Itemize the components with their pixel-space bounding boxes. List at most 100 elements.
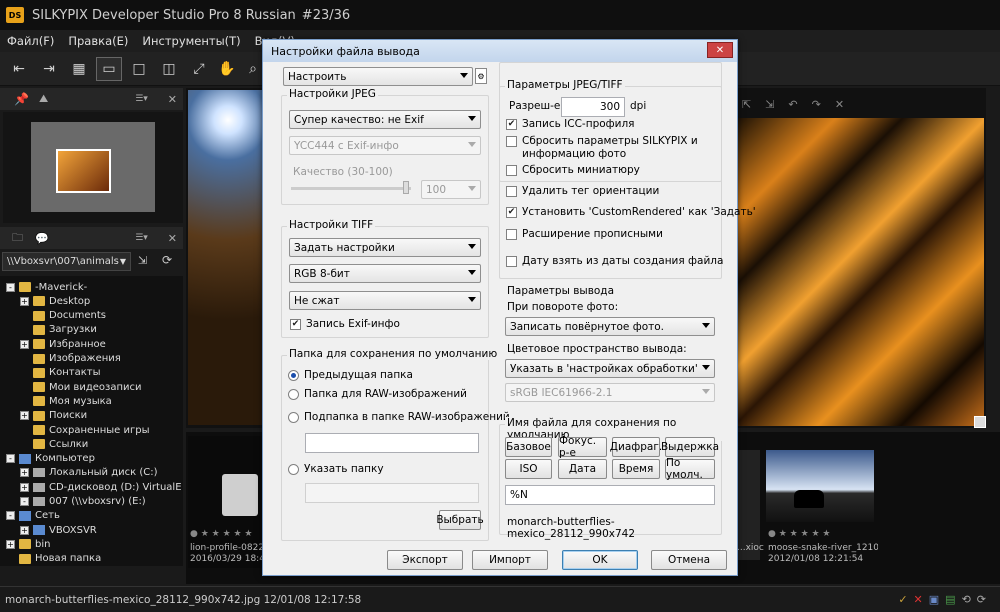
previous-image-icon[interactable]: ⇤ xyxy=(6,57,32,81)
tree-item[interactable]: + Локальный диск (C:) xyxy=(20,466,158,480)
tree-item[interactable]: Сохраненные игры xyxy=(20,423,149,437)
expand-icon[interactable]: + xyxy=(20,468,29,478)
pin-icon[interactable]: 📌 xyxy=(14,92,29,106)
folder-option-custom[interactable]: Указать папку xyxy=(288,463,384,475)
tree-item[interactable]: Новая папка xyxy=(6,552,101,566)
expand-icon[interactable]: + xyxy=(20,339,29,349)
collapse-icon[interactable]: - xyxy=(6,454,15,464)
tree-item[interactable]: + VBOXSVR xyxy=(20,523,97,537)
comment-tab-icon[interactable]: 💬 xyxy=(35,232,49,245)
expand-icon[interactable]: + xyxy=(20,296,29,306)
status-action-icons[interactable]: ✓✕▣▤⟲⟳ xyxy=(898,593,992,606)
import-button[interactable]: Импорт xyxy=(472,550,548,570)
token-time-button[interactable]: Время xyxy=(612,459,660,479)
fit-icon[interactable] xyxy=(974,416,986,428)
subfolder-name-input[interactable] xyxy=(305,433,479,453)
token-iso-button[interactable]: ISO xyxy=(505,459,552,479)
folder-option-raw[interactable]: Папка для RAW-изображений xyxy=(288,388,467,400)
folder-tab-icon[interactable]: 🗀 xyxy=(12,229,23,248)
tree-item[interactable]: Ссылки xyxy=(20,437,88,451)
navigator-tab-icon[interactable]: ⛰ xyxy=(39,92,48,106)
menu-edit[interactable]: Правка(E) xyxy=(61,34,135,48)
token-focal-button[interactable]: Фокус. р-е xyxy=(558,435,607,459)
remove-orientation-checkbox[interactable]: Удалить тег ориентации xyxy=(506,185,659,197)
export-button[interactable]: Экспорт xyxy=(387,550,463,570)
expand-icon[interactable]: + xyxy=(6,539,15,549)
grid-view-icon[interactable]: ▦ xyxy=(66,57,92,81)
jpeg-quality-mode-dropdown[interactable]: Супер качество: не Exif xyxy=(289,110,481,129)
tree-item[interactable]: Изображения xyxy=(20,352,121,366)
panel-close-icon[interactable]: ✕ xyxy=(168,93,177,106)
folder-option-raw-subfolder[interactable]: Подпапка в папке RAW-изображений xyxy=(288,411,510,423)
folder-panel-menu-icon[interactable]: ☰▾ xyxy=(135,233,148,243)
rotate-dropdown[interactable]: Записать повёрнутое фото. xyxy=(505,317,715,336)
token-date-button[interactable]: Дата xyxy=(558,459,607,479)
token-default-button[interactable]: По умолч. xyxy=(665,457,715,481)
folder-panel-close-icon[interactable]: ✕ xyxy=(168,232,177,245)
ok-button[interactable]: OK xyxy=(562,550,638,570)
folder-option-previous[interactable]: Предыдущая папка xyxy=(288,369,413,381)
tree-item[interactable]: Documents xyxy=(20,309,106,323)
expand-icon[interactable]: + xyxy=(20,411,29,421)
tree-item[interactable]: - Компьютер xyxy=(6,452,95,466)
tree-item[interactable]: - -Maverick- xyxy=(6,280,87,294)
custom-rendered-checkbox[interactable]: ✔ Установить 'CustomRendered' как 'Задать… xyxy=(506,206,756,218)
expand-icon[interactable]: + xyxy=(20,482,29,492)
refresh-icon[interactable]: ⟳ xyxy=(162,253,172,267)
collapse-icon[interactable]: - xyxy=(6,282,15,292)
folder-icon xyxy=(33,296,45,307)
preset-dropdown[interactable]: Настроить xyxy=(283,67,473,86)
file-date-checkbox[interactable]: Дату взять из даты создания файла xyxy=(506,255,723,267)
thumb-rating-stars-moose[interactable]: ● ★ ★ ★ ★ ★ xyxy=(768,529,831,539)
uppercase-ext-checkbox[interactable]: Расширение прописными xyxy=(506,228,663,240)
tree-item[interactable]: + Desktop xyxy=(20,294,90,308)
tree-item[interactable]: + CD-дисковод (D:) VirtualE xyxy=(20,480,182,494)
tree-item[interactable]: - Сеть xyxy=(6,509,60,523)
expand-icon[interactable]: + xyxy=(20,525,29,535)
tree-item[interactable]: + bin xyxy=(6,537,50,551)
tiff-bits-dropdown[interactable]: RGB 8-бит xyxy=(289,264,481,283)
tree-item[interactable]: Моя музыка xyxy=(20,394,112,408)
browse-button[interactable]: Выбрать xyxy=(436,510,484,530)
cancel-button[interactable]: Отмена xyxy=(651,550,727,570)
filmstrip-view-icon[interactable]: ▭ xyxy=(96,57,122,81)
preset-gear-icon[interactable]: ⚙ xyxy=(475,68,487,84)
token-basic-button[interactable]: Базовое xyxy=(505,437,552,457)
tree-item-label: -Maverick- xyxy=(35,281,88,293)
tree-item-label: Ссылки xyxy=(49,438,89,450)
menu-file[interactable]: Файл(F) xyxy=(0,34,61,48)
panel-menu-icon[interactable]: ☰▾ xyxy=(135,94,148,104)
tree-item[interactable]: - 007 (\\vboxsrv) (E:) xyxy=(20,495,146,509)
tree-item[interactable]: Контакты xyxy=(20,366,100,380)
dialog-close-button[interactable]: ✕ xyxy=(707,42,733,58)
tree-item-label: Компьютер xyxy=(35,453,95,465)
tiff-mode-dropdown[interactable]: Задать настройки xyxy=(289,238,481,257)
tree-item[interactable]: + Избранное xyxy=(20,337,106,351)
menu-tools[interactable]: Инструменты(T) xyxy=(135,34,247,48)
single-view-icon[interactable]: □ xyxy=(126,57,152,81)
token-aperture-button[interactable]: Диафраг. xyxy=(610,437,662,457)
tiff-exif-checkbox[interactable]: ✔ Запись Exif-инфо xyxy=(290,318,400,330)
folder-panel-header: 🗀 💬 ☰▾ ✕ xyxy=(0,227,183,249)
chevron-down-icon xyxy=(702,365,710,370)
compare-view-icon[interactable]: ◫ xyxy=(156,57,182,81)
next-image-icon[interactable]: ⇥ xyxy=(36,57,62,81)
tree-item[interactable]: + Поиски xyxy=(20,409,87,423)
path-combo[interactable]: \\Vboxsvr\007\animals ▼ xyxy=(2,252,131,271)
collapse-icon[interactable]: - xyxy=(20,497,29,506)
tiff-compression-dropdown[interactable]: Не сжат xyxy=(289,291,481,310)
collapse-icon[interactable]: - xyxy=(6,511,15,521)
folder-up-icon[interactable]: ⇲ xyxy=(138,254,147,267)
fullscreen-icon[interactable]: ⤢ xyxy=(186,57,212,81)
tiff-mode-value: Задать настройки xyxy=(294,241,395,254)
tree-item[interactable]: Загрузки xyxy=(20,323,97,337)
thumb-moose[interactable] xyxy=(766,450,874,522)
filename-pattern-input[interactable]: %N xyxy=(505,485,715,505)
viewer-tool-icons[interactable]: ⇱⇲↶↷✕ xyxy=(742,98,858,111)
tree-item[interactable]: Мои видеозаписи xyxy=(20,380,141,394)
color-space-dropdown[interactable]: Указать в 'настройках обработки' xyxy=(505,359,715,378)
token-shutter-button[interactable]: Выдержка xyxy=(661,437,719,457)
folder-option-previous-label: Предыдущая папка xyxy=(304,369,413,381)
thumb-rating-stars[interactable]: ● ★ ★ ★ ★ ★ xyxy=(190,529,253,539)
hand-tool-icon[interactable]: ✋ xyxy=(214,57,240,81)
